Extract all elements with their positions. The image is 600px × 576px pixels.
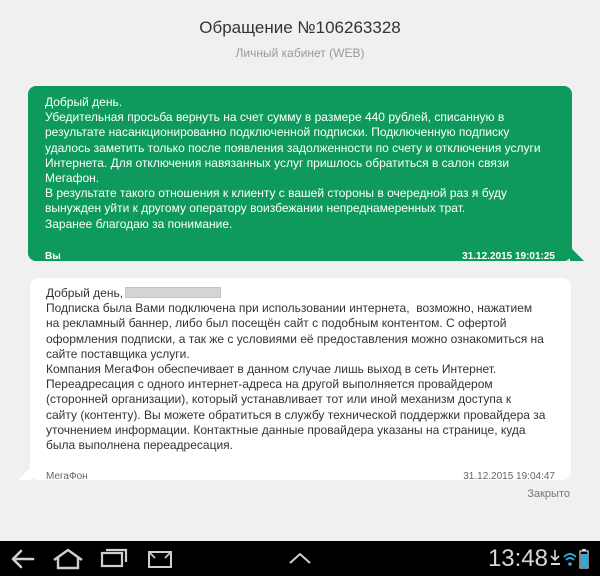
bubble-tail [18,466,32,480]
message-line: Мегафон. [45,171,100,186]
message-line: результате насанкционированно подключенн… [45,125,510,140]
message-body: Добрый день. Убедительная просьба вернут… [45,95,556,232]
message-line: Компания МегаФон обеспечивает в данном с… [46,362,497,377]
system-navigation-bar: 13:48 [0,541,600,576]
message-line: Переадресация с одного интернет-адреса н… [46,377,493,392]
message-greeting-line: Добрый день, [46,286,555,301]
back-icon[interactable] [6,541,40,576]
battery-icon [579,549,589,569]
message-sender: МегаФон [46,471,88,482]
status-icons [550,548,590,575]
clock: 13:48 [487,545,548,572]
message-timestamp: 31.12.2015 19:01:25 [462,251,555,262]
message-line: Подписка была Вами подключена при исполь… [46,301,533,316]
message-greeting: Добрый день, [46,286,124,300]
message-line: на рекламный баннер, либо был посещён са… [46,316,507,331]
closed-status-link[interactable]: Закрыто [527,488,570,500]
menu-up-icon[interactable] [284,541,316,576]
message-line: оформления подписки, а так же с условиям… [46,331,544,346]
recent-apps-icon[interactable] [96,541,132,576]
wifi-icon [563,553,577,566]
message-sender: Вы [45,251,61,262]
message-line: сайте поставщика услуги. [46,346,190,361]
outgoing-message: Добрый день. Убедительная просьба вернут… [28,86,584,262]
screenshot-icon[interactable] [143,541,177,576]
message-line: уточнением информации. Контактные данные… [46,422,526,437]
message-line: Интернета. Для отключения навязанных усл… [45,155,510,170]
message-line: Добрый день. [45,95,123,109]
incoming-message: Добрый день, Подписка была Вами подключе… [18,278,571,482]
message-line: (сторонней организации), который устанав… [46,392,512,407]
message-line: В результате такого отношения к клиенту … [45,186,507,201]
bubble-tail [570,247,584,261]
page-subtitle: Личный кабинет (WEB) [235,46,365,60]
message-line: удалось заметить только после появления … [45,140,541,155]
page-title: Обращение №106263328 [199,18,401,37]
message-body: Добрый день, Подписка была Вами подключе… [46,286,555,453]
message-line: Заранее благодаю за понимание. [45,216,233,231]
redacted-name [125,287,222,298]
message-line: сайту (контенту). Вы можете обратиться в… [46,407,546,422]
message-line: вынужден уйти к другому оператору воизбе… [45,201,466,216]
message-line: Убедительная просьба вернуть на счет сум… [45,110,505,125]
download-icon [550,550,560,565]
message-timestamp: 31.12.2015 19:04:47 [463,471,555,482]
message-line: была выполнена переадресация. [46,438,233,453]
home-icon[interactable] [48,541,88,576]
conversation-header: Обращение №106263328 Личный кабинет (WEB… [0,0,600,76]
